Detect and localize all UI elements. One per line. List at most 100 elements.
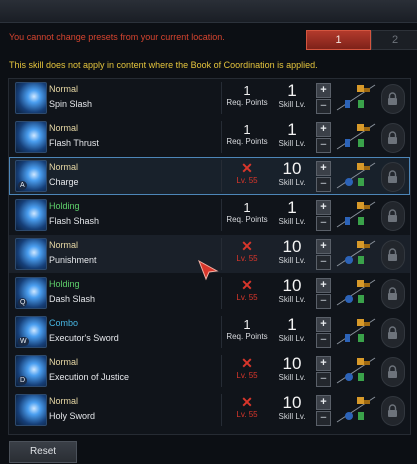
skill-name: Execution of Justice — [49, 372, 130, 382]
tripod-icon[interactable] — [335, 278, 379, 308]
locked-x-icon: ✕ — [241, 160, 253, 176]
skill-type: Combo — [49, 318, 79, 328]
lock-button[interactable] — [381, 123, 405, 153]
level-down-button[interactable]: − — [316, 294, 331, 309]
level-up-button[interactable]: + — [316, 161, 331, 176]
tripod-icon[interactable] — [335, 161, 379, 191]
skill-row-spin-slash[interactable]: Normal Spin Slash 1 Req. Points 1 Skill … — [9, 79, 410, 117]
level-up-button[interactable]: + — [316, 200, 331, 215]
level-up-button[interactable]: + — [316, 122, 331, 137]
level-requirement: ✕ Lv. 55 — [221, 277, 272, 309]
skill-row-execution-of-justice[interactable]: D Normal Execution of Justice ✕ Lv. 55 1… — [9, 352, 410, 390]
skill-icon — [15, 121, 47, 153]
reset-button[interactable]: Reset — [9, 441, 77, 463]
skill-name: Holy Sword — [49, 411, 96, 421]
skill-level: 10 Skill Lv. — [271, 238, 313, 270]
keybind-badge: Q — [18, 298, 28, 307]
skill-level: 10 Skill Lv. — [271, 277, 313, 309]
lock-button[interactable] — [381, 240, 405, 270]
level-down-button[interactable]: − — [316, 216, 331, 231]
preset-tab-2[interactable]: 2 — [371, 30, 417, 50]
req-points: 1 Req. Points — [221, 121, 272, 153]
skill-level: 10 Skill Lv. — [271, 394, 313, 426]
lock-button[interactable] — [381, 357, 405, 387]
skill-row-holy-sword[interactable]: Normal Holy Sword ✕ Lv. 55 10 Skill Lv. … — [9, 391, 410, 429]
coordination-warning: This skill does not apply in content whe… — [9, 60, 318, 70]
level-up-button[interactable]: + — [316, 356, 331, 371]
skill-row-flash-thrust[interactable]: Normal Flash Thrust 1 Req. Points 1 Skil… — [9, 118, 410, 156]
skill-level-label: Skill Lv. — [278, 178, 306, 187]
skill-level-value: 10 — [282, 237, 302, 256]
keybind-badge: D — [18, 376, 28, 385]
skill-level-value: 1 — [287, 120, 297, 139]
skill-row-executors-sword[interactable]: W Combo Executor's Sword 1 Req. Points 1… — [9, 313, 410, 351]
level-down-button[interactable]: − — [316, 255, 331, 270]
skill-type: Normal — [49, 123, 79, 133]
skill-icon: Q — [15, 277, 47, 309]
tripod-icon[interactable] — [335, 239, 379, 269]
tripod-icon[interactable] — [335, 83, 379, 113]
level-down-button[interactable]: − — [316, 411, 331, 426]
keybind-badge: A — [18, 181, 27, 190]
level-up-button[interactable]: + — [316, 317, 331, 332]
lock-button[interactable] — [381, 201, 405, 231]
skill-row-flash-shash[interactable]: Holding Flash Shash 1 Req. Points 1 Skil… — [9, 196, 410, 234]
skill-level-value: 1 — [287, 198, 297, 217]
tripod-icon[interactable] — [335, 395, 379, 425]
top-bar — [0, 0, 417, 23]
skill-level-label: Skill Lv. — [278, 412, 306, 421]
lock-button[interactable] — [381, 84, 405, 114]
skill-level: 1 Skill Lv. — [271, 82, 313, 114]
skill-list: Normal Spin Slash 1 Req. Points 1 Skill … — [8, 78, 411, 435]
req-points: 1 Req. Points — [221, 82, 272, 114]
level-up-button[interactable]: + — [316, 239, 331, 254]
req-points-label: Req. Points — [226, 215, 268, 224]
skill-type: Normal — [49, 84, 79, 94]
lock-icon — [388, 209, 397, 222]
level-down-button[interactable]: − — [316, 177, 331, 192]
skill-level: 1 Skill Lv. — [271, 199, 313, 231]
level-down-button[interactable]: − — [316, 99, 331, 114]
skill-level: 1 Skill Lv. — [271, 316, 313, 348]
locked-x-icon: ✕ — [241, 394, 253, 410]
location-warning: You cannot change presets from your curr… — [9, 32, 225, 42]
req-points-value: 1 — [243, 122, 251, 137]
preset-tab-1[interactable]: 1 — [306, 30, 371, 50]
level-down-button[interactable]: − — [316, 138, 331, 153]
required-level: Lv. 55 — [236, 254, 258, 263]
lock-icon — [388, 287, 397, 300]
lock-button[interactable] — [381, 279, 405, 309]
skill-name: Executor's Sword — [49, 333, 119, 343]
keybind-badge: W — [18, 337, 29, 346]
required-level: Lv. 55 — [236, 371, 258, 380]
tripod-icon[interactable] — [335, 356, 379, 386]
skill-level-value: 10 — [282, 354, 302, 373]
req-points-value: 1 — [243, 83, 251, 98]
lock-button[interactable] — [381, 162, 405, 192]
tripod-icon[interactable] — [335, 200, 379, 230]
lock-button[interactable] — [381, 396, 405, 426]
level-requirement: ✕ Lv. 55 — [221, 238, 272, 270]
skill-level-value: 1 — [287, 81, 297, 100]
lock-icon — [388, 326, 397, 339]
skill-level-value: 1 — [287, 315, 297, 334]
skill-type: Holding — [49, 279, 80, 289]
skill-icon — [15, 199, 47, 231]
level-down-button[interactable]: − — [316, 333, 331, 348]
skill-icon — [15, 238, 47, 270]
level-up-button[interactable]: + — [316, 83, 331, 98]
skill-level-value: 10 — [282, 159, 302, 178]
skill-type: Normal — [49, 357, 79, 367]
skill-level: 10 Skill Lv. — [271, 160, 313, 192]
level-up-button[interactable]: + — [316, 278, 331, 293]
level-requirement: ✕ Lv. 55 — [221, 394, 272, 426]
skill-level-label: Skill Lv. — [278, 100, 306, 109]
level-down-button[interactable]: − — [316, 372, 331, 387]
tripod-icon[interactable] — [335, 317, 379, 347]
level-up-button[interactable]: + — [316, 395, 331, 410]
lock-icon — [388, 92, 397, 105]
tripod-icon[interactable] — [335, 122, 379, 152]
req-points-value: 1 — [243, 317, 251, 332]
skill-row-charge[interactable]: A Normal Charge ✕ Lv. 55 10 Skill Lv. + … — [9, 157, 410, 195]
lock-button[interactable] — [381, 318, 405, 348]
